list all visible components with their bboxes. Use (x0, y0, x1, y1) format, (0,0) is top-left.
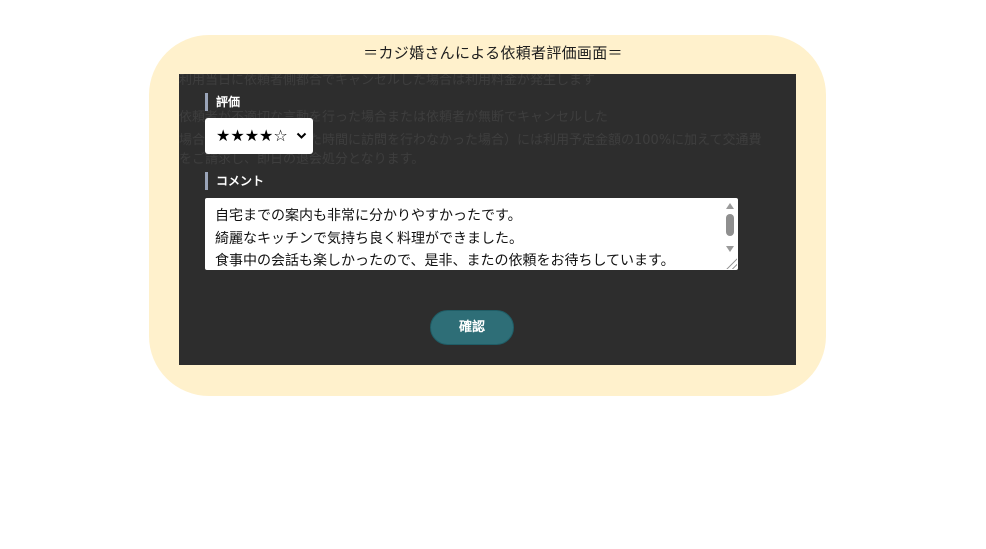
chevron-down-icon (296, 118, 307, 154)
comment-label: コメント (205, 172, 264, 190)
rating-select[interactable]: ★★★★☆ (205, 118, 313, 154)
resize-grip-icon[interactable] (725, 257, 737, 269)
comment-line: 綺麗なキッチンで気持ち良く料理ができました。 (215, 230, 523, 247)
scroll-down-arrow-icon[interactable] (726, 246, 734, 252)
rating-select-value: ★★★★☆ (216, 126, 288, 145)
scroll-thumb[interactable] (726, 214, 734, 236)
comment-line: 食事中の会話も楽しかったので、是非、またの依頼をお待ちしています。 (215, 253, 675, 269)
comment-textarea[interactable]: 自宅までの案内も非常に分かりやすかったです。 綺麗なキッチンで気持ち良く料理がで… (205, 198, 738, 270)
comment-line: 自宅までの案内も非常に分かりやすかったです。 (215, 208, 522, 224)
evaluation-panel: 利用当日に依頼者側都合でキャンセルした場合は利用料金が発生します 依頼者が不適切… (179, 74, 796, 365)
page-title: ＝カジ婚さんによる依頼者評価画面＝ (363, 44, 623, 62)
rating-label: 評価 (205, 93, 240, 111)
comment-scrollbar[interactable] (725, 201, 735, 257)
confirm-button[interactable]: 確認 (430, 310, 514, 345)
scroll-up-arrow-icon[interactable] (726, 203, 734, 209)
background-text-line: 利用当日に依頼者側都合でキャンセルした場合は利用料金が発生します (179, 74, 596, 88)
